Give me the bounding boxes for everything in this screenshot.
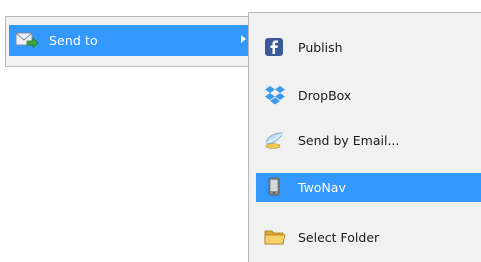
envelope-arrow-icon (15, 31, 39, 49)
submenu-item-twonav[interactable]: TwoNav (256, 173, 481, 202)
submenu-item-publish[interactable]: Publish (256, 33, 481, 62)
dropbox-icon (264, 85, 286, 105)
email-icon (264, 130, 286, 150)
submenu-item-send-by-email[interactable]: Send by Email... (256, 126, 481, 155)
context-menu-stage: Send to Publish DropBox Send by Email...… (0, 0, 481, 262)
chevron-right-icon (241, 35, 246, 43)
submenu-item-send-by-email-label: Send by Email... (298, 133, 400, 148)
folder-icon (264, 227, 286, 247)
submenu-item-select-folder-label: Select Folder (298, 230, 380, 245)
device-icon (264, 177, 286, 197)
submenu-item-twonav-label: TwoNav (298, 180, 346, 195)
facebook-icon (264, 37, 286, 57)
menu-item-send-to[interactable]: Send to (9, 25, 256, 56)
submenu-item-select-folder[interactable]: Select Folder (256, 223, 481, 252)
menu-item-send-to-label: Send to (49, 33, 98, 48)
send-to-submenu: Publish DropBox Send by Email... TwoNav … (248, 12, 481, 262)
parent-context-menu: Send to (5, 16, 256, 67)
submenu-item-dropbox[interactable]: DropBox (256, 81, 481, 110)
submenu-item-publish-label: Publish (298, 40, 343, 55)
submenu-item-dropbox-label: DropBox (298, 88, 352, 103)
